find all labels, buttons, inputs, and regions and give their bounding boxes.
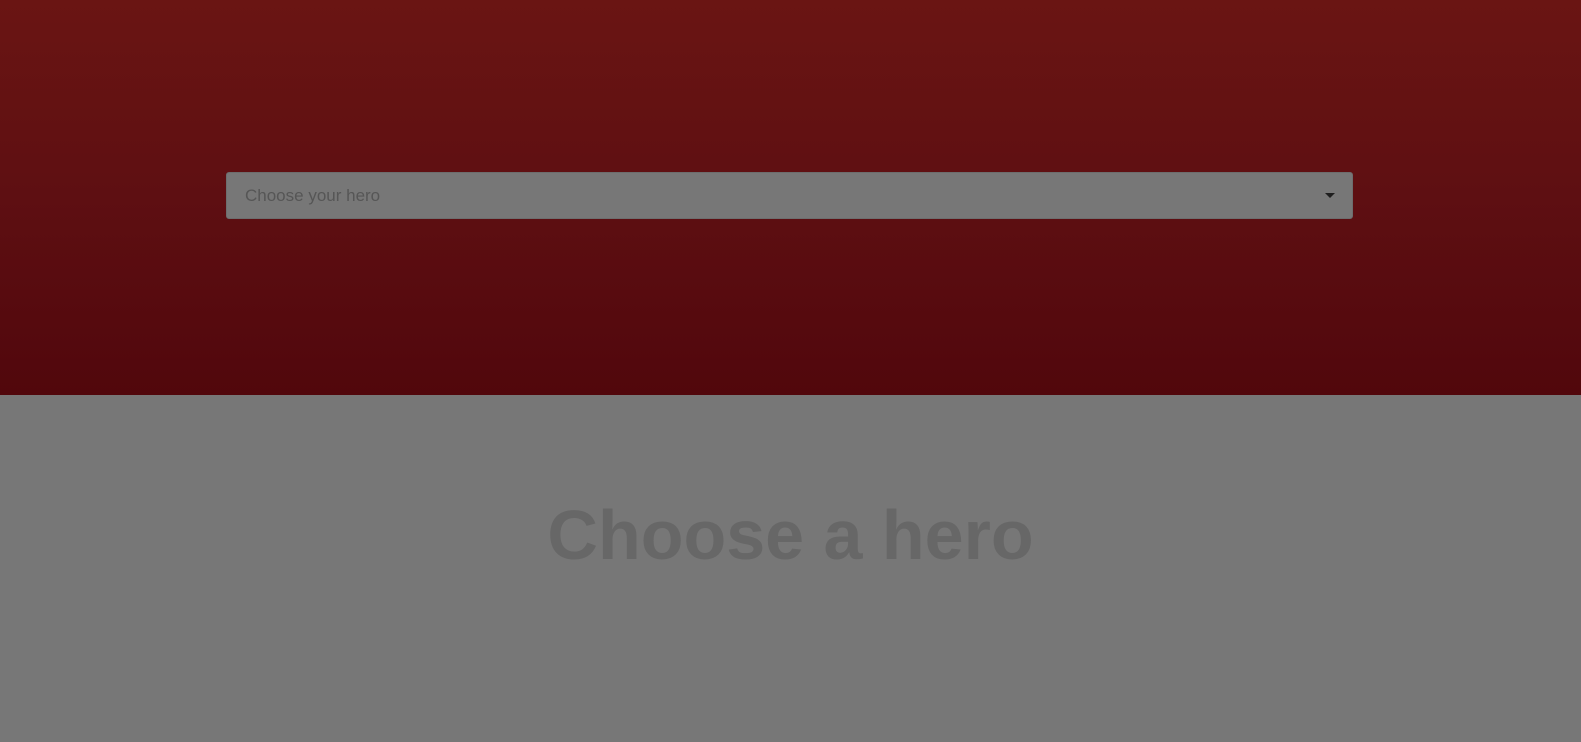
hero-header: Choose your hero: [0, 0, 1581, 395]
empty-state-title: Choose a hero: [547, 496, 1034, 574]
page: Choose your hero Choose a hero: [0, 0, 1581, 742]
caret-down-icon[interactable]: [1325, 193, 1335, 198]
hero-select-dropdown[interactable]: Choose your hero: [226, 172, 1353, 219]
hero-select-placeholder: Choose your hero: [245, 186, 381, 205]
content-panel: Choose a hero: [0, 395, 1581, 742]
